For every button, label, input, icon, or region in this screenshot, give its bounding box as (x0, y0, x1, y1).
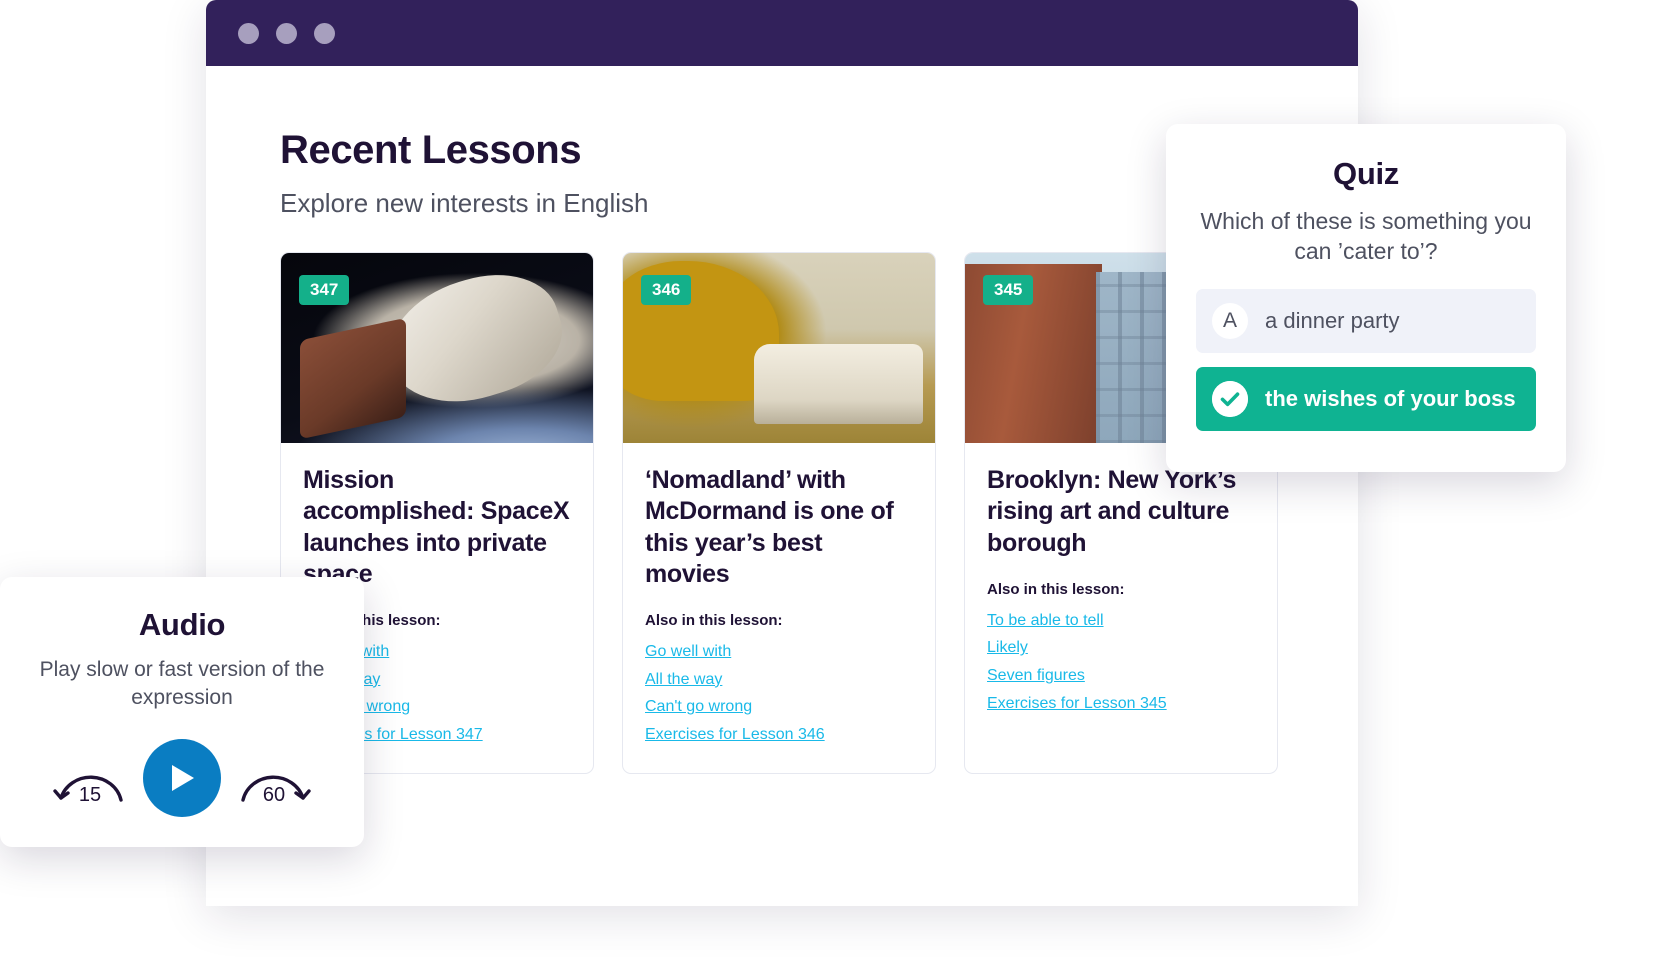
lesson-card-list: 347 Mission accomplished: SpaceX launche… (280, 252, 1284, 775)
browser-title-bar (206, 0, 1358, 66)
list-item: Exercises for Lesson 345 (987, 691, 1255, 717)
lesson-link[interactable]: Seven figures (987, 663, 1085, 689)
lesson-number-badge: 347 (299, 275, 350, 305)
forward-60-button[interactable]: 60 (235, 748, 313, 808)
lesson-card[interactable]: 346 ‘Nomadland’ with McDormand is one of… (622, 252, 936, 775)
quiz-option-b-correct[interactable]: the wishes of your boss (1196, 366, 1536, 431)
audio-card-description: Play slow or fast version of the express… (39, 658, 325, 710)
list-item: All the way (645, 667, 913, 693)
quiz-feature-card: Quiz Which of these is something you can… (1166, 124, 1566, 472)
window-maximize-dot[interactable] (314, 22, 335, 44)
play-button[interactable] (143, 738, 221, 817)
lesson-title: Mission accomplished: SpaceX launches in… (303, 466, 570, 588)
quiz-option-label: a dinner party (1265, 307, 1400, 333)
list-item: Go well with (645, 639, 913, 665)
lesson-card-body: ‘Nomadland’ with McDormand is one of thi… (623, 443, 935, 773)
list-item: Seven figures (987, 663, 1255, 689)
lesson-number-badge: 346 (641, 275, 692, 305)
also-in-lesson-label: Also in this lesson: (645, 612, 783, 629)
rewind-15-button[interactable]: 15 (51, 748, 129, 808)
lesson-link[interactable]: All the way (645, 667, 722, 693)
lesson-exercises-link[interactable]: Exercises for Lesson 345 (987, 691, 1167, 717)
quiz-option-label: the wishes of your boss (1265, 385, 1516, 411)
quiz-option-a[interactable]: A a dinner party (1196, 288, 1536, 353)
window-minimize-dot[interactable] (276, 22, 297, 44)
lesson-thumbnail-image: 347 (281, 253, 593, 443)
quiz-option-list: A a dinner party the wishes of your boss (1196, 288, 1536, 431)
lesson-link-list: Go well with All the way Can't go wrong … (645, 639, 913, 749)
lesson-title: ‘Nomadland’ with McDormand is one of thi… (645, 466, 894, 588)
list-item: To be able to tell (987, 608, 1255, 634)
lesson-thumbnail-image: 346 (623, 253, 935, 443)
page-title: Recent Lessons (280, 128, 582, 172)
page-subtitle: Explore new interests in English (280, 188, 649, 218)
lesson-card-body: Brooklyn: New York’s rising art and cult… (965, 443, 1277, 773)
forward-seconds-label: 60 (262, 783, 286, 806)
quiz-option-letter: A (1212, 302, 1248, 339)
lesson-link[interactable]: Can't go wrong (645, 694, 752, 720)
list-item: Exercises for Lesson 346 (645, 722, 913, 748)
lesson-link[interactable]: To be able to tell (987, 608, 1104, 634)
check-circle-icon (1212, 380, 1248, 417)
audio-card-title: Audio (138, 607, 226, 642)
lesson-exercises-link[interactable]: Exercises for Lesson 346 (645, 722, 825, 748)
audio-feature-card: Audio Play slow or fast version of the e… (0, 577, 364, 847)
also-in-lesson-label: Also in this lesson: (987, 580, 1125, 598)
quiz-question-text: Which of these is something you can ’cat… (1200, 208, 1532, 265)
list-item: Likely (987, 635, 1255, 661)
play-triangle-icon (172, 764, 194, 791)
lesson-link[interactable]: Go well with (645, 639, 731, 665)
list-item: Can't go wrong (645, 694, 913, 720)
lesson-title: Brooklyn: New York’s rising art and cult… (987, 466, 1237, 557)
quiz-card-title: Quiz (1333, 156, 1399, 191)
lesson-link-list: To be able to tell Likely Seven figures … (987, 608, 1255, 718)
lesson-number-badge: 345 (983, 275, 1034, 305)
rewind-seconds-label: 15 (78, 783, 102, 806)
window-close-dot[interactable] (238, 22, 259, 44)
audio-controls: 15 60 (30, 738, 334, 817)
lesson-link[interactable]: Likely (987, 635, 1028, 661)
